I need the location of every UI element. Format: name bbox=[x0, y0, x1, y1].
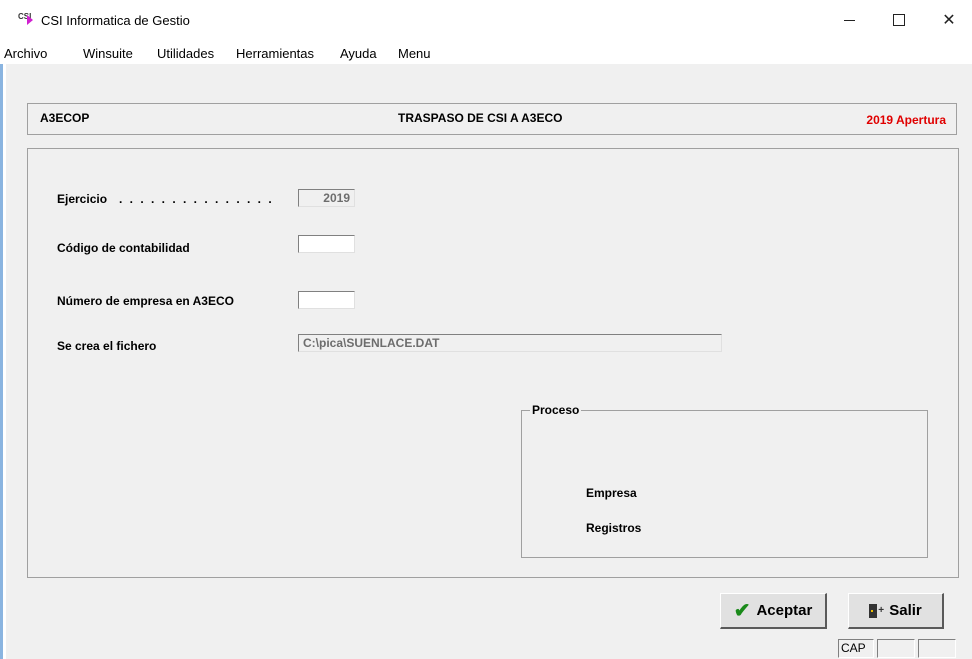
exit-door-icon: + bbox=[869, 603, 884, 619]
maximize-icon bbox=[893, 14, 905, 26]
title-bar: CSI CSI Informatica de Gestio ✕ bbox=[0, 0, 972, 42]
menu-menu[interactable]: Menu bbox=[398, 46, 431, 61]
caps-lock-indicator: CAP bbox=[838, 639, 874, 658]
window-title: CSI Informatica de Gestio bbox=[41, 13, 190, 28]
header-panel: A3ECOP TRASPASO DE CSI A A3ECO 2019 Aper… bbox=[27, 103, 957, 135]
app-arrow-icon bbox=[27, 15, 33, 25]
program-code: A3ECOP bbox=[40, 111, 90, 125]
checkmark-icon: ✔ bbox=[733, 599, 751, 622]
menu-archivo[interactable]: Archivo bbox=[4, 46, 47, 61]
fichero-field: C:\pica\SUENLACE.DAT bbox=[298, 334, 722, 352]
numero-empresa-input[interactable] bbox=[298, 291, 355, 309]
maximize-button[interactable] bbox=[876, 0, 922, 40]
salir-label: Salir bbox=[889, 602, 922, 619]
menu-ayuda[interactable]: Ayuda bbox=[340, 46, 377, 61]
menu-herramientas[interactable]: Herramientas bbox=[236, 46, 314, 61]
ejercicio-label: Ejercicio bbox=[57, 192, 108, 206]
app-icon: CSI bbox=[18, 12, 36, 28]
fichero-label: Se crea el fichero bbox=[57, 339, 157, 353]
status-bar: CAP bbox=[0, 638, 972, 659]
codigo-contabilidad-input[interactable] bbox=[298, 235, 355, 253]
menu-winsuite[interactable]: Winsuite bbox=[83, 46, 133, 61]
salir-button[interactable]: + Salir bbox=[848, 593, 944, 629]
status-cell-3 bbox=[918, 639, 956, 658]
minimize-button[interactable] bbox=[826, 0, 872, 40]
close-button[interactable]: ✕ bbox=[926, 0, 972, 40]
empresa-label: Empresa bbox=[586, 486, 637, 500]
menu-bar: Archivo Winsuite Utilidades Herramientas… bbox=[0, 42, 972, 65]
aceptar-button[interactable]: ✔ Aceptar bbox=[720, 593, 827, 629]
proceso-groupbox: Proceso Empresa Registros bbox=[521, 403, 928, 558]
window-left-edge-inner bbox=[3, 64, 6, 659]
registros-label: Registros bbox=[586, 521, 642, 535]
page-title: TRASPASO DE CSI A A3ECO bbox=[398, 111, 563, 125]
status-cell-2 bbox=[877, 639, 915, 658]
minimize-icon bbox=[843, 19, 855, 21]
year-status: 2019 Apertura bbox=[866, 113, 946, 127]
ejercicio-field: 2019 bbox=[298, 189, 355, 207]
aceptar-label: Aceptar bbox=[756, 602, 813, 619]
menu-utilidades[interactable]: Utilidades bbox=[157, 46, 214, 61]
close-icon: ✕ bbox=[942, 12, 956, 29]
main-panel: Ejercicio . . . . . . . . . . . . . . . … bbox=[27, 148, 959, 578]
proceso-title: Proceso bbox=[530, 403, 582, 417]
ejercicio-dots: . . . . . . . . . . . . . . . bbox=[119, 192, 274, 206]
numero-empresa-label: Número de empresa en A3ECO bbox=[57, 294, 234, 308]
codigo-contabilidad-label: Código de contabilidad bbox=[57, 241, 190, 255]
